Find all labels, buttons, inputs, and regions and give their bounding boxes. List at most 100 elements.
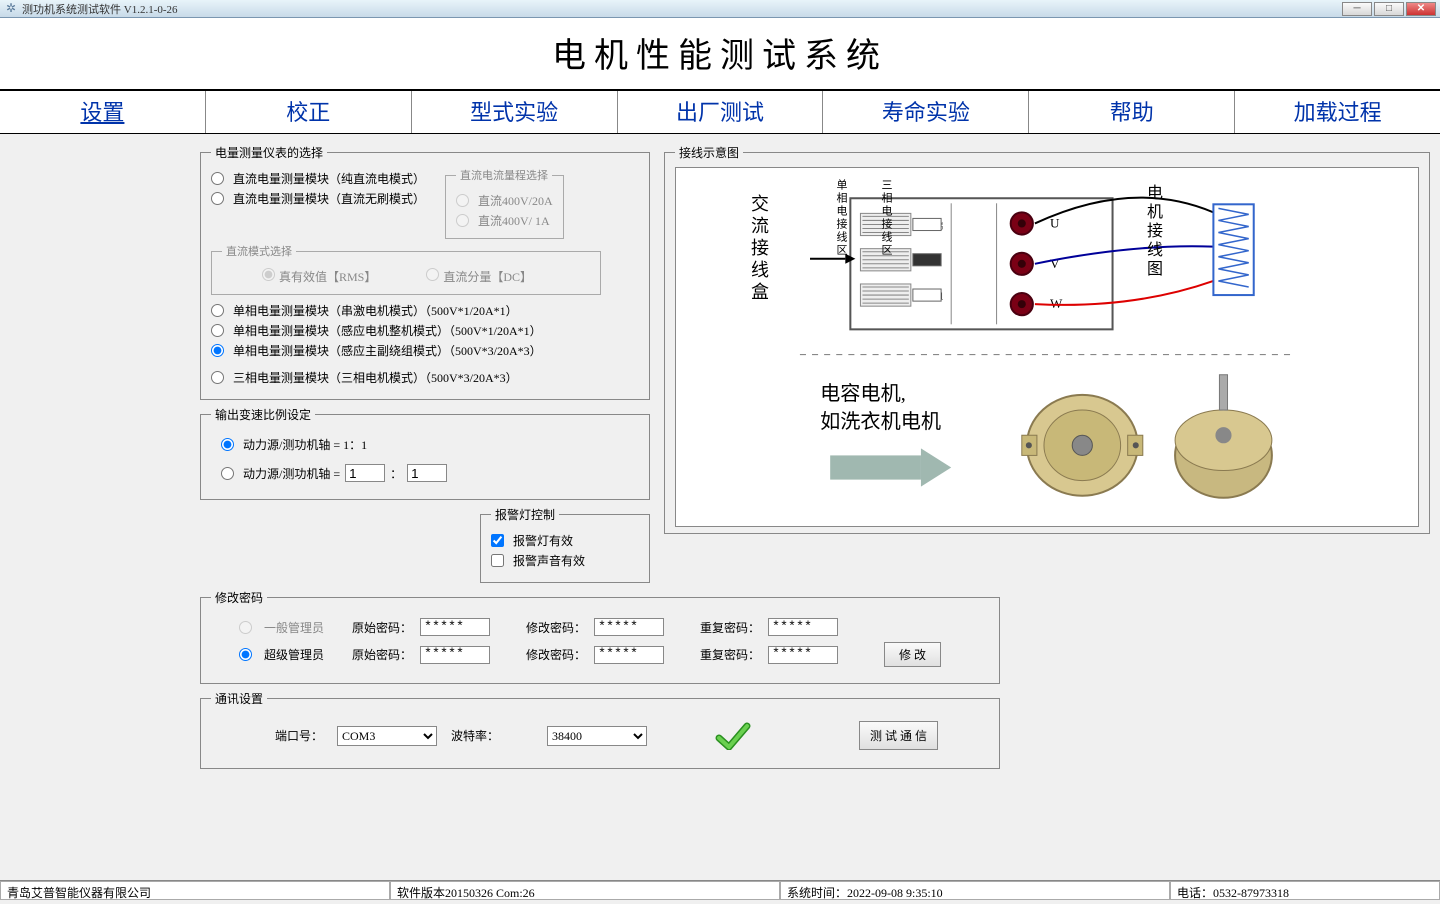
label-ratio-11: 动力源/测功机轴 = 1：1 <box>243 436 367 453</box>
label-super-admin: 超级管理员 <box>264 646 344 663</box>
dc-range-group: 直流电流量程选择 直流400V/20A 直流400V/ 1A <box>445 167 564 239</box>
diagram-legend: 接线示意图 <box>675 144 743 161</box>
radio-normal-admin <box>239 621 252 634</box>
label-baud: 波特率： <box>451 727 499 744</box>
tab-calibration[interactable]: 校正 <box>206 91 412 133</box>
label-single-series: 单相电量测量模块（串激电机模式）（500V*1/20A*1） <box>233 302 518 319</box>
label-three-phase: 三相电量测量模块（三相电机模式）（500V*3/20A*3） <box>233 369 518 386</box>
status-time: 系统时间：2022-09-08 9:35:10 <box>780 881 1170 900</box>
dc-mode-group: 直流模式选择 真有效值【RMS】 直流分量【DC】 <box>211 243 601 295</box>
label-dc-range-1a: 直流400V/ 1A <box>478 212 550 229</box>
radio-ratio-11[interactable] <box>221 438 234 451</box>
radio-super-admin[interactable] <box>239 648 252 661</box>
dc-range-legend: 直流电流量程选择 <box>456 167 552 183</box>
tab-help[interactable]: 帮助 <box>1029 91 1235 133</box>
label-new-pw-1: 修改密码： <box>526 619 586 636</box>
svg-text:W: W <box>1050 296 1063 311</box>
radio-single-series[interactable] <box>211 304 224 317</box>
check-alarm-sound[interactable] <box>491 554 504 567</box>
tab-settings[interactable]: 设置 <box>0 91 206 133</box>
label-single-induction: 单相电量测量模块（感应电机整机模式）（500V*1/20A*1） <box>233 322 542 339</box>
ratio-den[interactable] <box>407 464 447 482</box>
ratio-group: 输出变速比例设定 动力源/测功机轴 = 1：1 动力源/测功机轴 = ： <box>200 406 650 500</box>
tab-load-process[interactable]: 加载过程 <box>1235 91 1440 133</box>
input-repeat-pw-1[interactable] <box>768 618 838 636</box>
label-dc: 直流分量【DC】 <box>443 270 532 284</box>
select-baud[interactable]: 38400 <box>547 726 647 746</box>
radio-dc-brushless[interactable] <box>211 192 224 205</box>
check-alarm-light[interactable] <box>491 534 504 547</box>
radio-ratio-custom[interactable] <box>221 467 234 480</box>
radio-rms <box>262 268 275 281</box>
label-dc-range-20a: 直流400V/20A <box>478 192 553 209</box>
label-alarm-light: 报警灯有效 <box>513 532 573 549</box>
ratio-legend: 输出变速比例设定 <box>211 406 315 423</box>
radio-dc-range-20a <box>456 194 469 207</box>
password-group: 修改密码 一般管理员 原始密码： 修改密码： 重复密码： 超级管理员 原始密码： <box>200 589 1000 684</box>
radio-single-induction[interactable] <box>211 324 224 337</box>
label-normal-admin: 一般管理员 <box>264 619 344 636</box>
tab-life-test[interactable]: 寿命实验 <box>823 91 1029 133</box>
alarm-group: 报警灯控制 报警灯有效 报警声音有效 <box>480 506 650 583</box>
tab-type-test[interactable]: 型式实验 <box>412 91 618 133</box>
ratio-num[interactable] <box>345 464 385 482</box>
diagram-col2-label: 三相电接线区 <box>878 179 894 257</box>
status-company: 青岛艾普智能仪器有限公司 <box>0 881 390 900</box>
radio-three-phase[interactable] <box>211 371 224 384</box>
input-orig-pw-2[interactable] <box>420 646 490 664</box>
comm-group: 通讯设置 端口号： COM3 波特率： 38400 测 试 通 信 <box>200 690 1000 769</box>
tab-bar: 设置 校正 型式实验 出厂测试 寿命实验 帮助 加载过程 <box>0 91 1440 134</box>
svg-text:U: U <box>1050 215 1060 230</box>
alarm-legend: 报警灯控制 <box>491 506 559 523</box>
label-alarm-sound: 报警声音有效 <box>513 552 585 569</box>
maximize-button[interactable]: □ <box>1374 2 1404 16</box>
app-title: 电机性能测试系统 <box>0 18 1440 91</box>
comm-legend: 通讯设置 <box>211 690 267 707</box>
label-ratio-custom: 动力源/测功机轴 = <box>243 465 340 482</box>
diagram-side-label-left: 交流接线盒 <box>678 194 768 304</box>
label-dc-brushless: 直流电量测量模块（直流无刷模式） <box>233 190 425 207</box>
ratio-colon: ： <box>390 465 402 482</box>
window-titlebar: ✲ 测功机系统测试软件 V1.2.1-0-26 ─ □ ✕ <box>0 0 1440 18</box>
input-orig-pw-1[interactable] <box>420 618 490 636</box>
svg-text:电容电机,: 电容电机, <box>820 382 906 405</box>
close-button[interactable]: ✕ <box>1406 2 1436 16</box>
label-rms: 真有效值【RMS】 <box>279 270 376 284</box>
window-title: 测功机系统测试软件 V1.2.1-0-26 <box>22 1 178 17</box>
test-comm-button[interactable]: 测 试 通 信 <box>859 721 938 750</box>
label-orig-pw-2: 原始密码： <box>352 646 412 663</box>
radio-dc-pure[interactable] <box>211 172 224 185</box>
diagram-side-label-right: 电机接线图 <box>1140 184 1164 279</box>
meter-group: 电量测量仪表的选择 直流电量测量模块（纯直流电模式） 直流电量测量模块（直流无刷… <box>200 144 650 400</box>
label-port: 端口号： <box>275 727 323 744</box>
modify-button[interactable]: 修 改 <box>884 642 941 667</box>
label-dc-pure: 直流电量测量模块（纯直流电模式） <box>233 170 425 187</box>
status-version: 软件版本20150326 Com:26 <box>390 881 780 900</box>
select-port[interactable]: COM3 <box>337 726 437 746</box>
diagram-col1-label: 单相电接线区 <box>833 179 849 257</box>
label-single-mainaux: 单相电量测量模块（感应主副绕组模式）（500V*3/20A*3） <box>233 342 542 359</box>
status-tel: 电话：0532-87973318 <box>1170 881 1440 900</box>
label-repeat-pw-1: 重复密码： <box>700 619 760 636</box>
dc-mode-legend: 直流模式选择 <box>222 243 296 259</box>
svg-text:如洗衣机电机: 如洗衣机电机 <box>820 410 941 433</box>
password-legend: 修改密码 <box>211 589 267 606</box>
svg-text:V: V <box>1050 256 1060 271</box>
check-ok-icon <box>715 722 751 750</box>
input-new-pw-2[interactable] <box>594 646 664 664</box>
wiring-diagram: 公共端 主绕组 副绕组 <box>675 167 1419 527</box>
label-orig-pw-1: 原始密码： <box>352 619 412 636</box>
app-icon: ✲ <box>4 2 18 16</box>
label-new-pw-2: 修改密码： <box>526 646 586 663</box>
input-repeat-pw-2[interactable] <box>768 646 838 664</box>
diagram-group: 接线示意图 公共端 主绕组 副绕组 <box>664 144 1430 534</box>
meter-legend: 电量测量仪表的选择 <box>211 144 327 161</box>
minimize-button[interactable]: ─ <box>1342 2 1372 16</box>
radio-single-mainaux[interactable] <box>211 344 224 357</box>
radio-dc <box>426 268 439 281</box>
radio-dc-range-1a <box>456 214 469 227</box>
status-bar: 青岛艾普智能仪器有限公司 软件版本20150326 Com:26 系统时间：20… <box>0 880 1440 900</box>
tab-factory-test[interactable]: 出厂测试 <box>618 91 824 133</box>
settings-panel: 电量测量仪表的选择 直流电量测量模块（纯直流电模式） 直流电量测量模块（直流无刷… <box>0 134 1440 904</box>
input-new-pw-1[interactable] <box>594 618 664 636</box>
